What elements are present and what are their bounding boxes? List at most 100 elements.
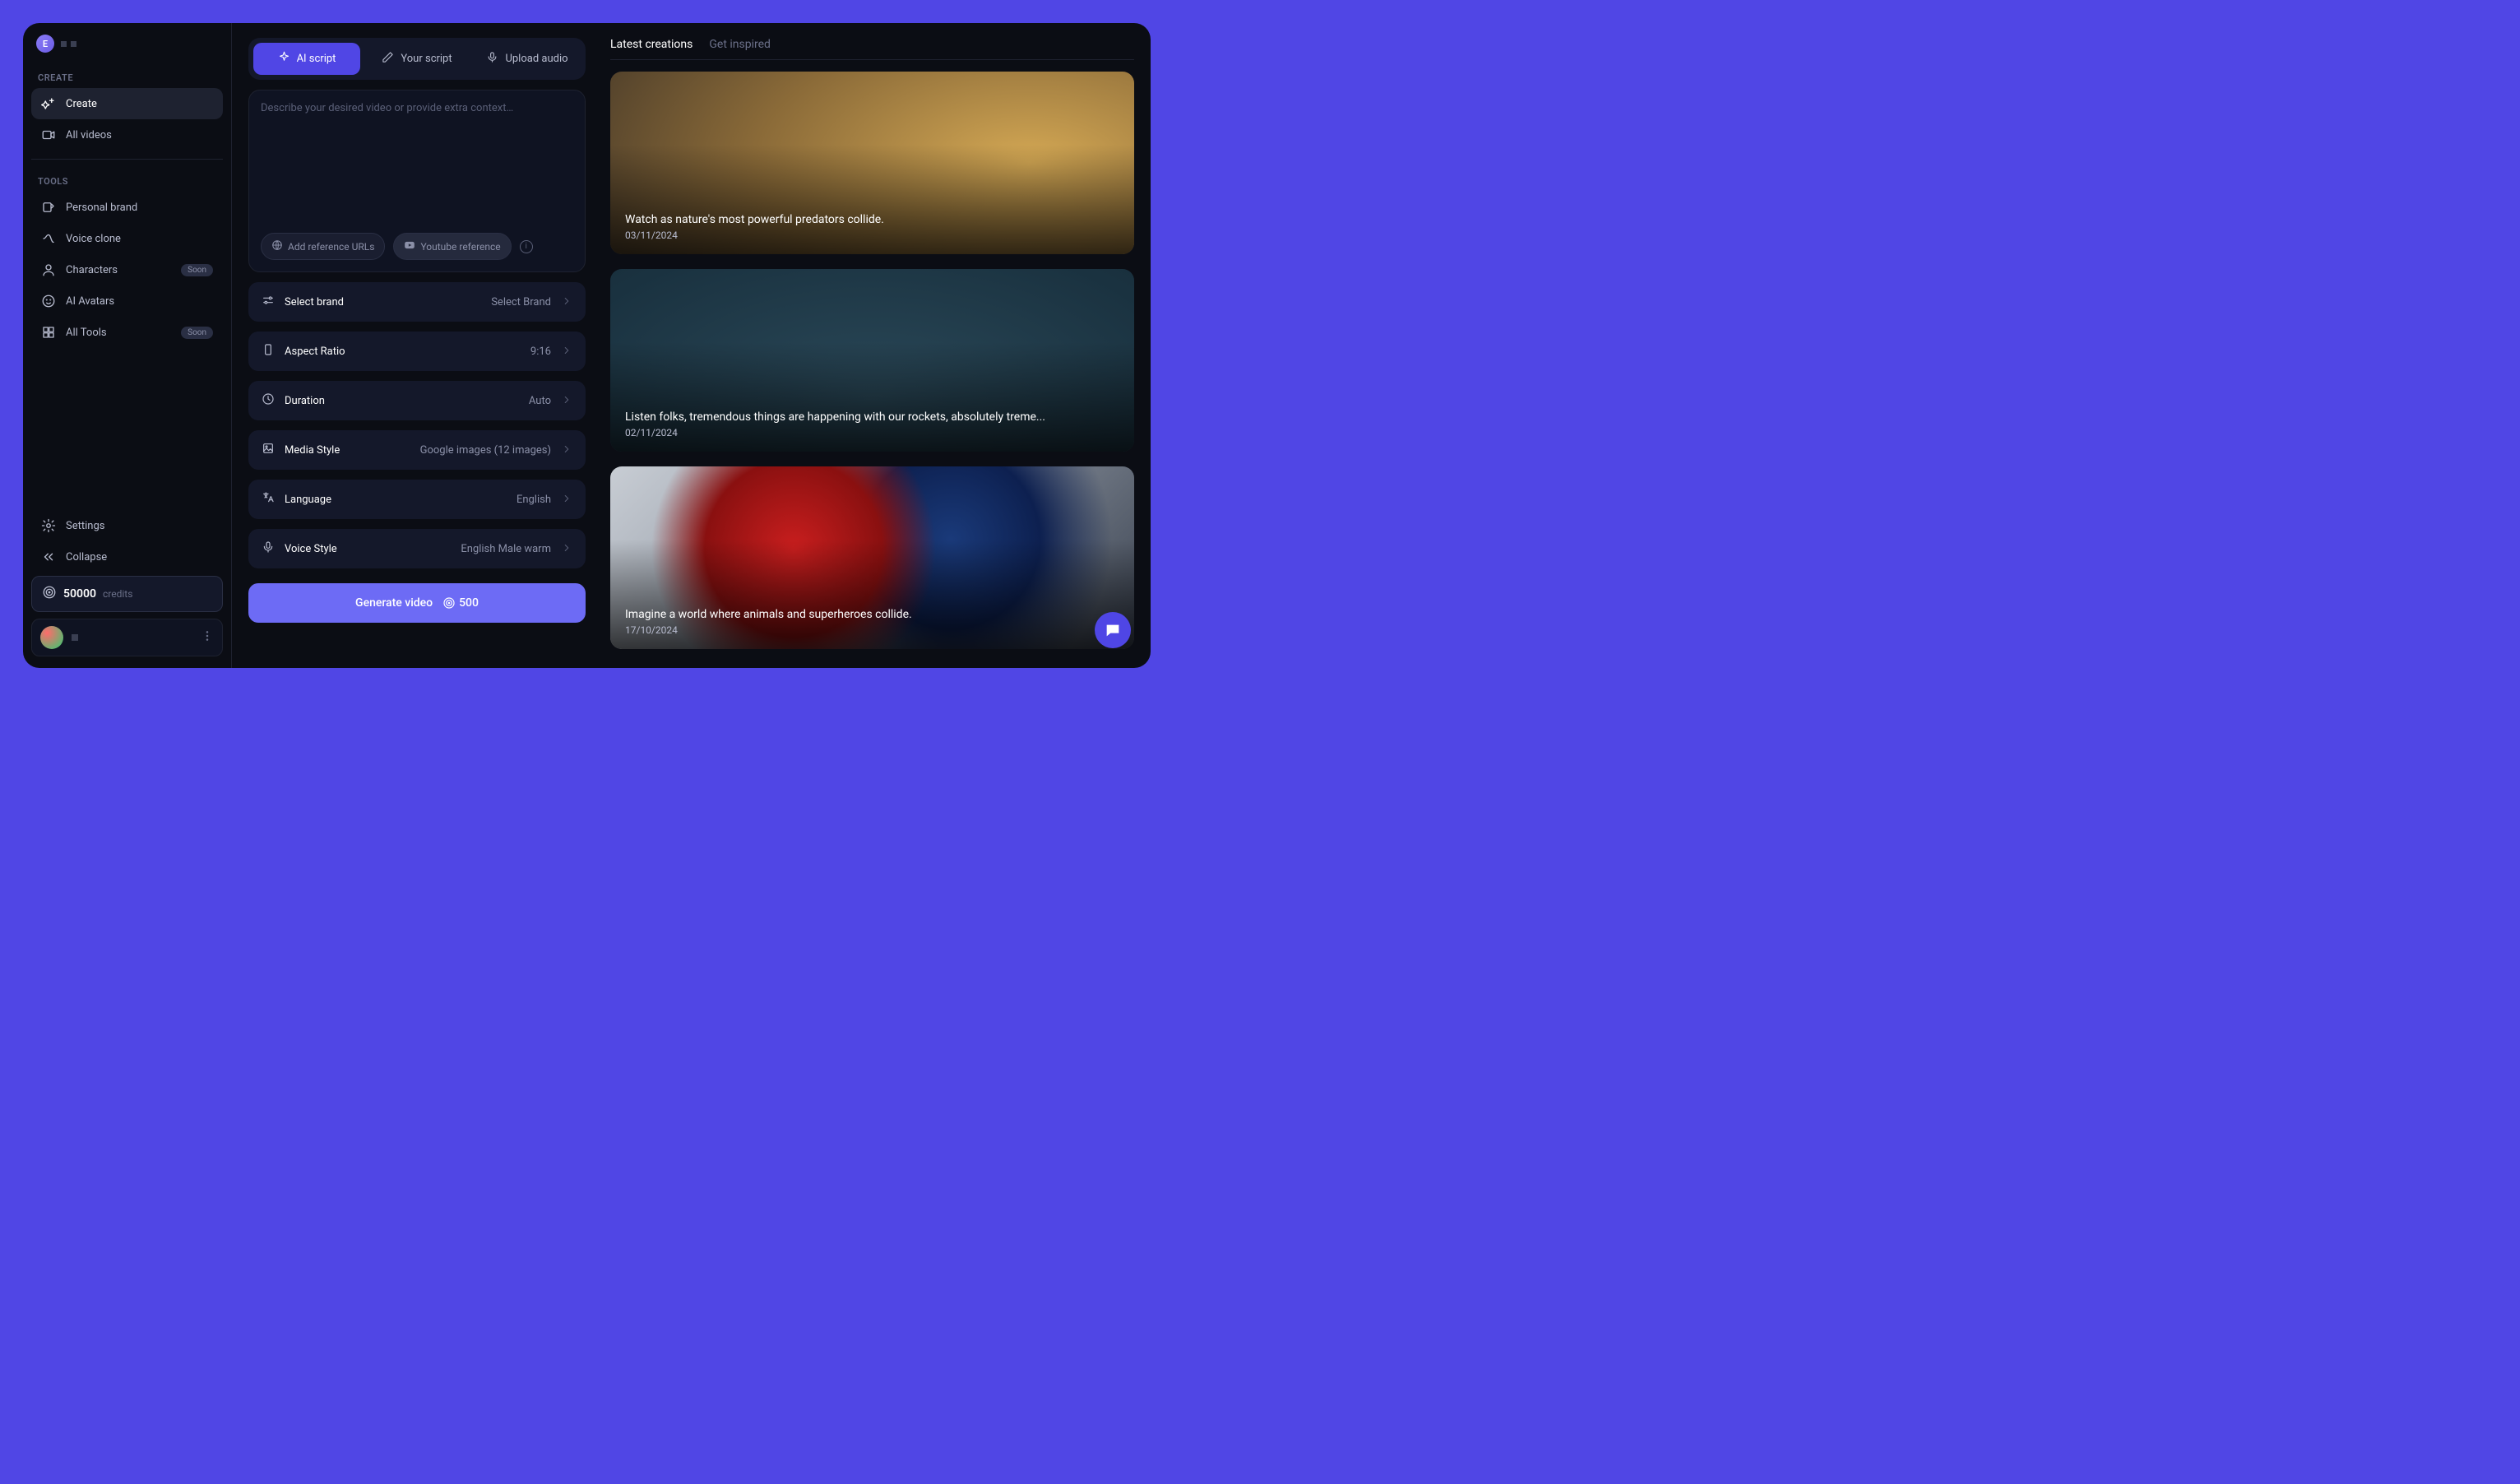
sidebar-item-all-videos[interactable]: All videos xyxy=(31,119,223,151)
tab-label: AI script xyxy=(297,53,336,65)
setting-label: Media Style xyxy=(285,444,340,457)
chevron-right-icon xyxy=(561,443,572,458)
globe-icon xyxy=(271,239,283,253)
creation-card[interactable]: Imagine a world where animals and superh… xyxy=(610,466,1134,649)
gallery-tab-inspired[interactable]: Get inspired xyxy=(709,38,771,53)
user-icon xyxy=(41,262,56,277)
card-date: 03/11/2024 xyxy=(625,230,1119,241)
translate-icon xyxy=(262,491,275,508)
phone-icon xyxy=(262,343,275,359)
section-label-create: CREATE xyxy=(31,67,223,88)
sidebar-item-all-tools[interactable]: All Tools Soon xyxy=(31,317,223,348)
card-title: Imagine a world where animals and superh… xyxy=(625,608,1119,621)
prompt-input[interactable] xyxy=(261,102,573,225)
nav-label: AI Avatars xyxy=(66,295,114,308)
user-box[interactable] xyxy=(31,619,223,656)
setting-brand[interactable]: Select brand Select Brand xyxy=(248,282,586,322)
setting-label: Aspect Ratio xyxy=(285,345,345,358)
chat-fab[interactable] xyxy=(1095,612,1131,648)
waveform-icon xyxy=(41,231,56,246)
workspace-switcher[interactable]: E xyxy=(31,35,223,64)
card-date: 17/10/2024 xyxy=(625,624,1119,636)
gallery-tab-latest[interactable]: Latest creations xyxy=(610,38,693,53)
setting-language[interactable]: Language English xyxy=(248,480,586,519)
user-avatar xyxy=(40,626,63,649)
card-date: 02/11/2024 xyxy=(625,427,1119,438)
setting-duration[interactable]: Duration Auto xyxy=(248,381,586,420)
gallery-list[interactable]: Watch as nature's most powerful predator… xyxy=(610,72,1134,653)
cost-chip: 500 xyxy=(442,596,479,610)
grid-icon xyxy=(41,325,56,340)
pencil-icon xyxy=(382,51,394,67)
setting-label: Voice Style xyxy=(285,543,337,555)
info-icon[interactable]: i xyxy=(520,240,533,253)
chevron-right-icon xyxy=(561,393,572,409)
sidebar-item-personal-brand[interactable]: Personal brand xyxy=(31,192,223,223)
video-icon xyxy=(41,128,56,142)
image-icon xyxy=(262,442,275,458)
sliders-icon xyxy=(262,294,275,310)
setting-voice[interactable]: Voice Style English Male warm xyxy=(248,529,586,568)
creation-card[interactable]: Listen folks, tremendous things are happ… xyxy=(610,269,1134,452)
chip-label: Add reference URLs xyxy=(288,241,374,253)
generate-label: Generate video xyxy=(355,596,433,610)
target-icon xyxy=(42,585,57,603)
card-title: Watch as nature's most powerful predator… xyxy=(625,213,1119,226)
prompt-box: Add reference URLs Youtube reference i xyxy=(248,90,586,272)
credits-box[interactable]: 50000 credits xyxy=(31,576,223,612)
tab-your-script[interactable]: Your script xyxy=(364,43,470,75)
sidebar-item-collapse[interactable]: Collapse xyxy=(31,541,223,573)
setting-media[interactable]: Media Style Google images (12 images) xyxy=(248,430,586,470)
face-icon xyxy=(41,294,56,308)
nav-label: Settings xyxy=(66,520,104,532)
clock-icon xyxy=(262,392,275,409)
sidebar-item-settings[interactable]: Settings xyxy=(31,510,223,541)
reference-url-chip[interactable]: Add reference URLs xyxy=(261,233,385,260)
create-panel: AI script Your script Upload audio xyxy=(248,38,586,653)
setting-aspect[interactable]: Aspect Ratio 9:16 xyxy=(248,332,586,371)
main-content: AI script Your script Upload audio xyxy=(232,23,1151,668)
setting-value: English Male warm xyxy=(461,543,551,555)
nav-label: Personal brand xyxy=(66,202,137,214)
nav-label: Characters xyxy=(66,264,118,276)
app-window: E CREATE Create All videos TOOLS Persona… xyxy=(23,23,1151,668)
sidebar-item-voice-clone[interactable]: Voice clone xyxy=(31,223,223,254)
setting-label: Duration xyxy=(285,395,325,407)
edit-card-icon xyxy=(41,200,56,215)
more-icon[interactable] xyxy=(201,629,214,646)
credits-amount: 50000 xyxy=(63,587,96,601)
sidebar: E CREATE Create All videos TOOLS Persona… xyxy=(23,23,232,668)
chat-icon xyxy=(1104,621,1122,639)
sidebar-item-create[interactable]: Create xyxy=(31,88,223,119)
creation-card[interactable]: Watch as nature's most powerful predator… xyxy=(610,72,1134,254)
gallery-tabs: Latest creations Get inspired xyxy=(610,38,1134,60)
gear-icon xyxy=(41,518,56,533)
card-title: Listen folks, tremendous things are happ… xyxy=(625,410,1119,424)
user-placeholder xyxy=(72,634,78,641)
gallery: Latest creations Get inspired Watch as n… xyxy=(610,38,1134,653)
nav-label: All Tools xyxy=(66,327,107,339)
script-tab-bar: AI script Your script Upload audio xyxy=(248,38,586,80)
sparkle-icon xyxy=(278,51,290,67)
credits-label: credits xyxy=(103,588,132,600)
sidebar-item-ai-avatars[interactable]: AI Avatars xyxy=(31,285,223,317)
chevron-right-icon xyxy=(561,492,572,508)
divider xyxy=(31,159,223,160)
section-label-tools: TOOLS xyxy=(31,171,223,192)
youtube-reference-chip[interactable]: Youtube reference xyxy=(393,233,511,260)
nav-label: Create xyxy=(66,98,97,110)
youtube-icon xyxy=(404,239,415,253)
tab-label: Your script xyxy=(401,53,452,65)
chevron-right-icon xyxy=(561,541,572,557)
sparkle-plus-icon xyxy=(41,96,56,111)
sidebar-item-characters[interactable]: Characters Soon xyxy=(31,254,223,285)
setting-label: Language xyxy=(285,494,331,506)
target-icon xyxy=(442,596,456,610)
tab-upload-audio[interactable]: Upload audio xyxy=(474,43,581,75)
generate-button[interactable]: Generate video 500 xyxy=(248,583,586,623)
chip-label: Youtube reference xyxy=(420,241,500,253)
chevron-right-icon xyxy=(561,294,572,310)
nav-label: Voice clone xyxy=(66,233,121,245)
soon-badge: Soon xyxy=(181,327,213,339)
tab-ai-script[interactable]: AI script xyxy=(253,43,360,75)
